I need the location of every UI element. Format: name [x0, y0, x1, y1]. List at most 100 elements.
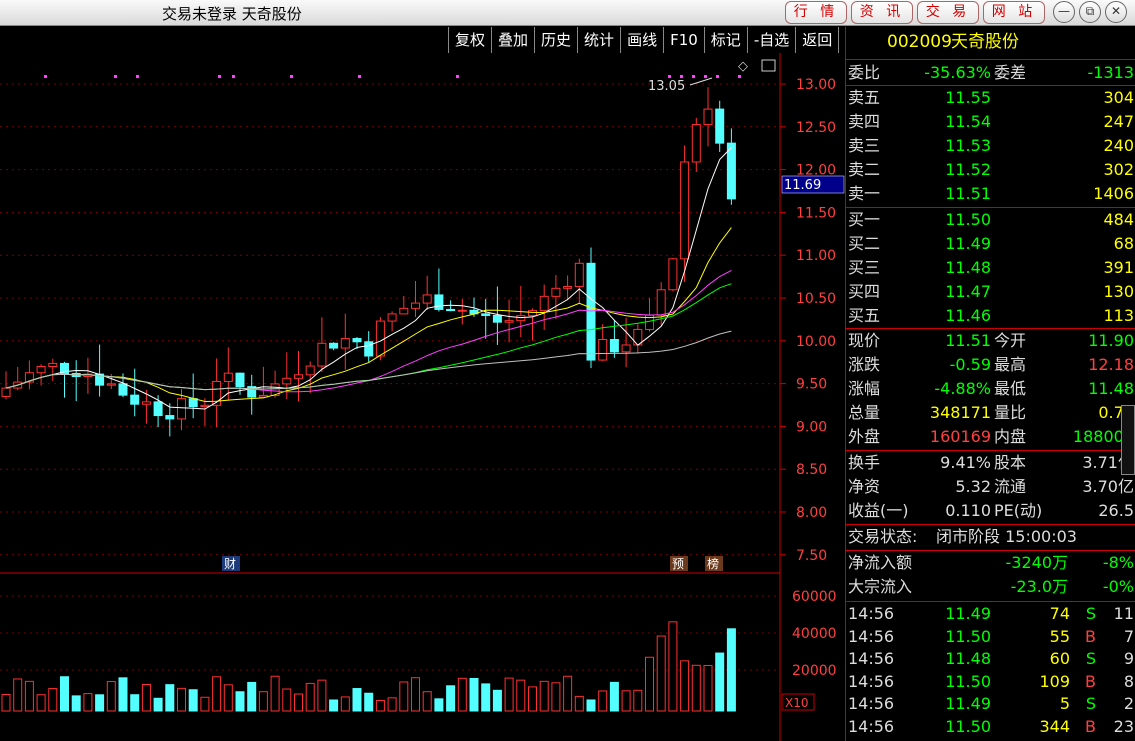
candle-body	[317, 342, 327, 367]
tool-stats[interactable]: 统计	[577, 27, 622, 53]
divider	[846, 59, 1135, 60]
sell-row[interactable]: 卖四 11.54 247	[846, 110, 1135, 134]
cai-marker[interactable]: 财	[224, 557, 236, 571]
volume-bar	[680, 660, 690, 712]
candle-body	[668, 258, 678, 291]
tool-f10[interactable]: F10	[663, 27, 705, 53]
stat2-row: 收益(一) 0.110 PE(动) 26.5	[846, 499, 1135, 523]
tick-volume: 5	[1059, 694, 1070, 714]
event-dot	[668, 75, 671, 78]
moving-average-lines	[5, 147, 732, 410]
sell-row[interactable]: 卖一 11.51 1406	[846, 182, 1135, 206]
bang-marker[interactable]: 榜	[707, 556, 719, 571]
volume-bar	[329, 699, 339, 712]
sell-row[interactable]: 卖二 11.52 302	[846, 158, 1135, 182]
tick-time: 14:56	[848, 649, 895, 669]
sell-row[interactable]: 卖五 11.55 304	[846, 86, 1135, 110]
quotes-button[interactable]: 行 情	[785, 1, 847, 24]
stat-value: 3.70亿	[1082, 477, 1134, 496]
buy-price: 11.47	[945, 282, 991, 301]
tick-side: S	[1085, 649, 1096, 669]
candle-body	[551, 287, 561, 297]
minimize-icon[interactable]: —	[1053, 1, 1075, 23]
tool-back[interactable]: 返回	[795, 27, 840, 53]
buy-row[interactable]: 买一 11.50 484	[846, 208, 1135, 232]
buy-row[interactable]: 买四 11.47 130	[846, 280, 1135, 304]
tool-draw[interactable]: 画线	[620, 27, 665, 53]
candle-body	[481, 313, 491, 316]
diamond-icon[interactable]: ◇	[738, 59, 748, 74]
buy-row[interactable]: 买三 11.48 391	[846, 256, 1135, 280]
tool-overlay[interactable]: 叠加	[491, 27, 536, 53]
kline-chart[interactable]: 13.0012.5012.0011.5011.0010.5010.009.509…	[0, 53, 845, 741]
candle-body	[235, 372, 245, 388]
tick-time: 14:56	[848, 604, 895, 623]
volume-bar	[153, 697, 163, 712]
volume-bar	[516, 679, 526, 712]
volume-bar	[563, 675, 573, 712]
volume-bars	[1, 621, 736, 712]
candle-body	[130, 394, 140, 405]
volume-bar	[340, 696, 350, 712]
sell-price: 11.51	[945, 184, 991, 203]
close-icon[interactable]: ✕	[1105, 1, 1127, 23]
tool-history[interactable]: 历史	[534, 27, 579, 53]
stat-label: 现价	[848, 331, 881, 350]
candle-body	[399, 307, 409, 315]
candle-body	[691, 124, 701, 163]
stat-row: 外盘 160169 内盘 188002	[846, 425, 1135, 449]
volume-bar	[165, 684, 175, 712]
tick-volume: 60	[1049, 649, 1070, 669]
tick-row: 14:56 11.50 109 B 8	[846, 671, 1135, 693]
tick-row: 14:56 11.50 55 B 7	[846, 626, 1135, 648]
tick-count: 8	[1123, 671, 1134, 691]
stat-value: 0.110	[945, 501, 991, 520]
volume-bar	[130, 694, 140, 712]
stat-label: 总量	[848, 403, 881, 422]
panel-toggle-icon[interactable]	[761, 59, 776, 72]
trade-button[interactable]: 交 易	[917, 1, 979, 24]
buy-row[interactable]: 买二 11.49 68	[846, 232, 1135, 256]
volume-bar	[258, 691, 268, 712]
candle-body	[106, 383, 116, 386]
sell-row[interactable]: 卖三 11.53 240	[846, 134, 1135, 158]
stat-label: 净资	[848, 477, 881, 496]
sell-price: 11.54	[945, 112, 991, 131]
title-bar: 交易未登录 天奇股份 行 情 资 讯 交 易 网 站 — ⧉ ✕	[0, 0, 1135, 26]
news-button[interactable]: 资 讯	[851, 1, 913, 24]
tool-mark[interactable]: 标记	[703, 27, 748, 53]
volume-bar	[574, 695, 584, 712]
weibi-value: -35.63%	[924, 63, 991, 82]
stat-value: 5.32	[955, 477, 991, 496]
buy-volume: 484	[1103, 210, 1134, 229]
panel-scrollbar[interactable]	[1121, 405, 1135, 475]
price-axis-label: 12.50	[796, 120, 836, 136]
website-button[interactable]: 网 站	[983, 1, 1045, 24]
tool-watchlist[interactable]: -自选	[746, 27, 797, 53]
stat-label: 收益(一)	[848, 501, 909, 520]
volume-bar	[422, 691, 432, 712]
candle-body	[352, 338, 362, 343]
volume-bar	[457, 677, 467, 712]
stock-header: 002009 天奇股份	[846, 30, 1135, 54]
high-annotation: 13.05	[648, 79, 685, 94]
volume-bar	[434, 698, 444, 712]
volume-bar	[586, 699, 596, 712]
tool-fuquan[interactable]: 复权	[448, 27, 493, 53]
tick-price: 11.49	[945, 604, 991, 623]
yu-marker[interactable]: 预	[672, 557, 684, 571]
volume-bar	[352, 688, 362, 712]
volume-bar	[317, 679, 327, 712]
stat-value: 26.5	[1098, 501, 1134, 520]
weicha-label: 委差	[994, 63, 1027, 82]
volume-unit: X10	[785, 696, 809, 710]
tick-volume: 55	[1049, 626, 1070, 646]
stat-label: 外盘	[848, 427, 881, 446]
buy-row[interactable]: 买五 11.46 113	[846, 304, 1135, 328]
volume-bar	[212, 676, 222, 712]
buy-price: 11.48	[945, 258, 991, 277]
tick-time: 14:56	[848, 717, 895, 736]
stat-label: 量比	[994, 403, 1027, 422]
price-axis-label: 9.50	[796, 377, 827, 393]
restore-icon[interactable]: ⧉	[1079, 1, 1101, 23]
